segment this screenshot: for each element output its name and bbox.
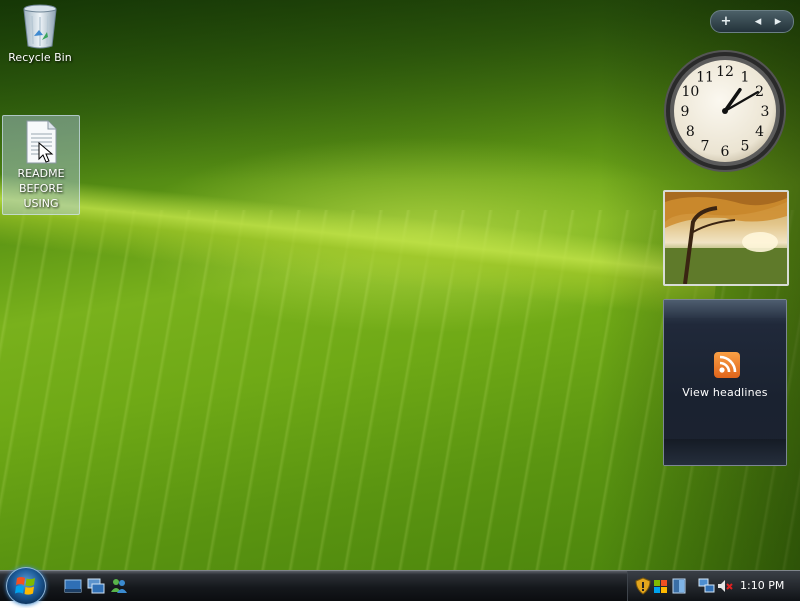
clock-gadget[interactable]: 12 1234567891011 bbox=[663, 49, 787, 173]
view-headlines-link[interactable]: View headlines bbox=[664, 386, 786, 399]
switch-between-windows-icon[interactable] bbox=[87, 577, 105, 595]
show-desktop-icon[interactable] bbox=[64, 577, 82, 595]
previous-gadget-page-button[interactable]: ◂ bbox=[749, 12, 767, 31]
desktop-background[interactable]: Recycle Bin README BEFORE USING + ◂ ▸ 12… bbox=[0, 0, 800, 570]
autumn-tree-photo bbox=[665, 192, 787, 284]
messenger-icon[interactable] bbox=[110, 577, 128, 595]
feed-headlines-gadget[interactable]: View headlines bbox=[663, 299, 787, 466]
network-icon[interactable] bbox=[698, 577, 716, 595]
clock-numeral: 6 bbox=[721, 144, 730, 160]
recycle-bin-desktop-icon[interactable]: Recycle Bin bbox=[2, 2, 78, 65]
volume-muted-icon[interactable] bbox=[716, 577, 734, 595]
sidebar-controls: + ◂ ▸ bbox=[710, 10, 794, 33]
feed-gadget-header bbox=[664, 300, 786, 318]
clock-numeral: 1 bbox=[741, 69, 750, 85]
start-button[interactable] bbox=[6, 567, 46, 605]
feed-gadget-footer bbox=[664, 439, 786, 465]
clock-numeral: 4 bbox=[755, 124, 764, 140]
readme-desktop-icon[interactable]: README BEFORE USING bbox=[2, 115, 80, 215]
next-gadget-page-button[interactable]: ▸ bbox=[769, 12, 787, 31]
clock-numeral: 10 bbox=[681, 84, 699, 100]
add-gadget-button[interactable]: + bbox=[715, 12, 737, 31]
recycle-bin-label: Recycle Bin bbox=[8, 51, 72, 64]
clock-numeral: 5 bbox=[741, 139, 750, 155]
rss-feed-icon bbox=[714, 352, 740, 378]
clock-numeral: 12 bbox=[716, 64, 734, 80]
clock-numeral: 3 bbox=[761, 104, 770, 120]
readme-label: README BEFORE USING bbox=[17, 167, 65, 210]
slide-show-gadget[interactable] bbox=[663, 190, 789, 286]
windows-logo-icon bbox=[15, 577, 35, 595]
clock-numeral: 11 bbox=[696, 69, 714, 85]
recycle-bin-icon bbox=[23, 4, 57, 49]
taskbar: 1:10 PM bbox=[0, 567, 800, 605]
windows-update-icon[interactable] bbox=[652, 577, 670, 595]
sidebar-tray-icon[interactable] bbox=[670, 577, 688, 595]
taskbar-clock[interactable]: 1:10 PM bbox=[740, 579, 784, 592]
text-document-icon bbox=[26, 120, 57, 164]
clock-numeral: 8 bbox=[686, 124, 695, 140]
clock-numeral: 7 bbox=[701, 139, 710, 155]
security-shield-warning-icon[interactable] bbox=[634, 577, 652, 595]
clock-numeral: 9 bbox=[681, 104, 690, 120]
